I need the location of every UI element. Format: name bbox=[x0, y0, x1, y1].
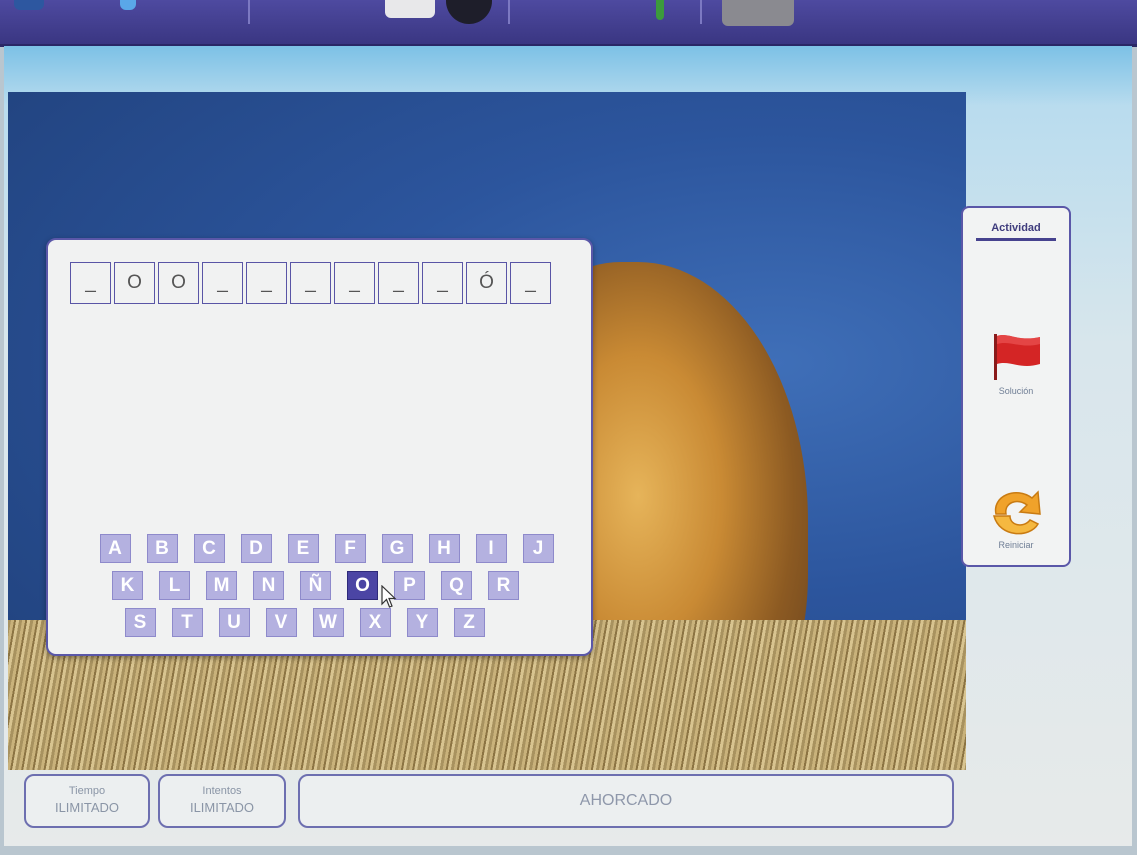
key-h[interactable]: H bbox=[428, 534, 460, 563]
key-j[interactable]: J bbox=[522, 534, 554, 563]
key-r[interactable]: R bbox=[488, 571, 519, 600]
key-t[interactable]: T bbox=[171, 608, 203, 637]
key-p[interactable]: P bbox=[394, 571, 425, 600]
word-slot: _ bbox=[510, 262, 551, 304]
toolbar-icon[interactable] bbox=[656, 0, 664, 20]
toolbar-icon[interactable] bbox=[120, 0, 136, 10]
status-bar: Tiempo ILIMITADO Intentos ILIMITADO AHOR… bbox=[0, 770, 1137, 832]
activity-title: Actividad bbox=[991, 222, 1041, 234]
time-box: Tiempo ILIMITADO bbox=[24, 774, 150, 828]
key-s[interactable]: S bbox=[124, 608, 156, 637]
key-g[interactable]: G bbox=[381, 534, 413, 563]
keyboard-row: A B C D E F G H I J bbox=[48, 534, 591, 563]
word-slot: _ bbox=[202, 262, 243, 304]
attempts-box: Intentos ILIMITADO bbox=[158, 774, 286, 828]
key-b[interactable]: B bbox=[146, 534, 178, 563]
key-d[interactable]: D bbox=[240, 534, 272, 563]
key-e[interactable]: E bbox=[287, 534, 319, 563]
attempts-value: ILIMITADO bbox=[189, 800, 255, 815]
restart-button[interactable]: Reiniciar bbox=[963, 484, 1069, 550]
key-i[interactable]: I bbox=[475, 534, 507, 563]
word-slot: Ó bbox=[466, 262, 507, 304]
red-flag-icon bbox=[994, 334, 1040, 380]
divider bbox=[976, 238, 1056, 241]
restart-arrow-icon bbox=[993, 490, 1041, 535]
toolbar-separator bbox=[700, 0, 702, 24]
key-n[interactable]: N bbox=[253, 571, 284, 600]
key-l[interactable]: L bbox=[159, 571, 190, 600]
key-m[interactable]: M bbox=[206, 571, 237, 600]
toolbar-icon[interactable] bbox=[446, 0, 492, 24]
time-label: Tiempo bbox=[68, 785, 106, 797]
key-v[interactable]: V bbox=[265, 608, 297, 637]
key-q[interactable]: Q bbox=[441, 571, 472, 600]
toolbar-icon[interactable] bbox=[722, 0, 794, 26]
toolbar-icon[interactable] bbox=[14, 0, 44, 10]
key-y[interactable]: Y bbox=[406, 608, 438, 637]
top-toolbar bbox=[0, 0, 1137, 47]
key-k[interactable]: K bbox=[112, 571, 143, 600]
activity-panel: Actividad Solución Reiniciar bbox=[961, 206, 1071, 567]
restart-label: Reiniciar bbox=[998, 540, 1034, 550]
key-z[interactable]: Z bbox=[453, 608, 485, 637]
word-slot: _ bbox=[378, 262, 419, 304]
game-title: AHORCADO bbox=[579, 792, 673, 809]
hangman-panel: _ O O _ _ _ _ _ _ Ó _ A B C D E F G H I … bbox=[46, 238, 593, 656]
keyboard-row: S T U V W X Y Z bbox=[18, 608, 591, 637]
toolbar-icon[interactable] bbox=[385, 0, 435, 18]
solution-button[interactable]: Solución bbox=[963, 332, 1069, 396]
toolbar-separator bbox=[248, 0, 250, 24]
time-value: ILIMITADO bbox=[54, 800, 120, 815]
word-slot: _ bbox=[70, 262, 111, 304]
key-o-selected[interactable]: O bbox=[347, 571, 378, 600]
keyboard-row: K L M N Ñ O P Q R bbox=[40, 571, 591, 600]
word-slots: _ O O _ _ _ _ _ _ Ó _ bbox=[70, 262, 554, 304]
key-u[interactable]: U bbox=[218, 608, 250, 637]
key-w[interactable]: W bbox=[312, 608, 344, 637]
word-slot: _ bbox=[290, 262, 331, 304]
key-enye[interactable]: Ñ bbox=[300, 571, 331, 600]
game-title-box: AHORCADO bbox=[298, 774, 954, 828]
key-f[interactable]: F bbox=[334, 534, 366, 563]
word-slot: _ bbox=[334, 262, 375, 304]
key-c[interactable]: C bbox=[193, 534, 225, 563]
key-a[interactable]: A bbox=[99, 534, 131, 563]
toolbar-separator bbox=[508, 0, 510, 24]
attempts-label: Intentos bbox=[202, 785, 242, 797]
solution-label: Solución bbox=[998, 386, 1034, 396]
key-x[interactable]: X bbox=[359, 608, 391, 637]
word-slot: O bbox=[114, 262, 155, 304]
word-slot: _ bbox=[246, 262, 287, 304]
word-slot: O bbox=[158, 262, 199, 304]
word-slot: _ bbox=[422, 262, 463, 304]
letter-keyboard: A B C D E F G H I J K L M N Ñ O P Q R S … bbox=[48, 534, 591, 645]
